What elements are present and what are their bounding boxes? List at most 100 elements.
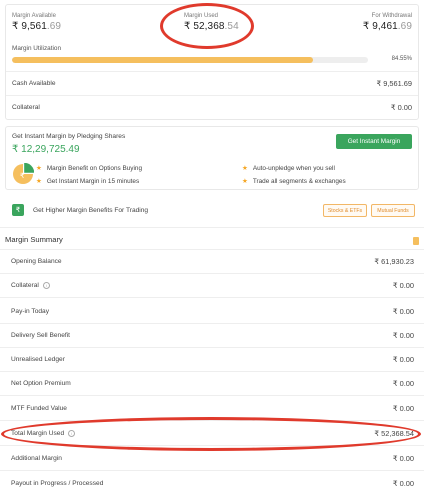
divider [0,273,424,274]
summary-row-value: ₹ 0.00 [392,307,414,316]
margin-utilization-fill [12,57,313,63]
divider [6,71,418,72]
margin-used-label: Margin Used [184,13,219,19]
feature-item: ★ Trade all segments & exchanges [242,177,346,186]
higher-margin-benefits-text: Get Higher Margin Benefits For Trading [33,207,149,214]
summary-row-value: ₹ 52,368.54 [374,429,414,438]
summary-row-label: Collateral i [11,282,50,289]
for-withdrawal-label: For Withdrawal [371,13,412,19]
feature-item: ★ Margin Benefit on Options Buying [36,164,143,173]
pie-chart-icon: ₹ [13,163,34,184]
summary-row-value: ₹ 0.00 [392,355,414,364]
for-withdrawal-decimals: .69 [397,21,412,32]
summary-row-net-option-premium: Net Option Premium ₹ 0.00 [0,379,424,388]
summary-row-label: Delivery Sell Benefit [11,332,71,339]
collateral-row: Collateral ₹ 0.00 [6,103,418,112]
margin-available-label: Margin Available [12,13,56,19]
summary-row-value: ₹ 0.00 [392,479,414,488]
info-tag-icon [413,237,419,245]
stocks-etfs-chip[interactable]: Stocks & ETFs [323,204,367,217]
summary-row-label-text: Collateral [11,282,39,289]
star-icon: ★ [36,178,42,185]
divider [0,470,424,471]
info-icon[interactable]: i [68,430,76,437]
margin-used: Margin Used ₹ 52,368.54 [184,13,239,32]
divider [0,347,424,348]
feature-item: ★ Auto-unpledge when you sell [242,164,335,173]
get-instant-margin-button[interactable]: Get Instant Margin [336,134,412,149]
star-icon: ★ [36,165,42,172]
collateral-value: ₹ 0.00 [390,103,412,112]
star-icon: ★ [242,178,248,185]
wallet-icon: ₹ [12,204,24,216]
for-withdrawal-main: ₹ 9,461 [362,21,398,32]
funds-page: Margin Available ₹ 9,561.69 Margin Used … [0,0,424,500]
pledge-shares-card: Get Instant Margin by Pledging Shares ₹ … [5,126,419,190]
summary-row-value: ₹ 0.00 [392,379,414,388]
divider [6,95,418,96]
pledge-amount: ₹ 12,29,725.49 [12,144,80,155]
summary-row-label: Unrealised Ledger [11,356,65,363]
cash-available-label: Cash Available [12,80,56,87]
margin-summary-section: Margin Summary Opening Balance ₹ 61,930.… [0,229,424,500]
margin-utilization-bar [12,57,368,63]
summary-row-total-margin-used: Total Margin Used i ₹ 52,368.54 [0,429,424,438]
feature-text: Trade all segments & exchanges [252,177,346,185]
summary-row-opening-balance: Opening Balance ₹ 61,930.23 [0,257,424,266]
margin-available-main: ₹ 9,561 [12,21,47,32]
divider [0,297,424,298]
divider [0,395,424,396]
summary-row-value: ₹ 0.00 [392,331,414,340]
mutual-funds-chip[interactable]: Mutual Funds [371,204,415,217]
info-icon[interactable]: i [42,282,50,289]
divider [0,420,424,421]
summary-row-value: ₹ 0.00 [392,454,414,463]
margin-available-decimals: .69 [46,21,62,32]
higher-margin-benefits-row: ₹ Get Higher Margin Benefits For Trading… [5,198,419,224]
margin-used-value: ₹ 52,368.54 [184,21,239,32]
margin-used-decimals: .54 [224,21,239,32]
summary-row-delivery-sell-benefit: Delivery Sell Benefit ₹ 0.00 [0,331,424,340]
margin-overview-card: Margin Available ₹ 9,561.69 Margin Used … [5,4,419,120]
feature-text: Auto-unpledge when you sell [252,164,335,172]
summary-row-pay-in-today: Pay-in Today ₹ 0.00 [0,307,424,316]
divider [0,445,424,446]
summary-row-value: ₹ 0.00 [392,281,414,290]
collateral-label: Collateral [12,104,40,111]
for-withdrawal-value: ₹ 9,461.69 [363,21,412,32]
cash-available-row: Cash Available ₹ 9,561.69 [6,79,418,88]
margin-available: Margin Available ₹ 9,561.69 [12,13,61,32]
summary-row-label: Net Option Premium [11,380,71,387]
feature-text: Margin Benefit on Options Buying [46,164,143,172]
cash-available-value: ₹ 9,561.69 [376,79,412,88]
summary-row-label: MTF Funded Value [11,405,67,412]
summary-row-payout-in-progress: Payout in Progress / Processed ₹ 0.00 [0,479,424,488]
pledge-title: Get Instant Margin by Pledging Shares [12,133,126,140]
summary-row-additional-margin: Additional Margin ₹ 0.00 [0,454,424,463]
for-withdrawal: For Withdrawal ₹ 9,461.69 [363,13,412,32]
star-icon: ★ [242,165,248,172]
summary-row-mtf-funded-value: MTF Funded Value ₹ 0.00 [0,404,424,413]
summary-row-label-text: Total Margin Used [11,430,65,437]
divider [0,371,424,372]
feature-item: ★ Get Instant Margin in 15 minutes [36,177,140,186]
margin-summary-title: Margin Summary [5,235,63,244]
margin-utilization-percent: 84.55% [391,56,412,62]
margin-used-main: ₹ 52,368 [184,21,225,32]
divider [0,227,424,228]
summary-row-label: Additional Margin [11,455,62,462]
summary-row-value: ₹ 0.00 [392,404,414,413]
margin-available-value: ₹ 9,561.69 [12,21,61,32]
summary-row-value: ₹ 61,930.23 [374,257,414,266]
summary-row-collateral: Collateral i ₹ 0.00 [0,281,424,290]
summary-row-label: Payout in Progress / Processed [11,480,104,487]
divider [0,323,424,324]
summary-row-label: Opening Balance [11,258,62,265]
summary-row-unrealised-ledger: Unrealised Ledger ₹ 0.00 [0,355,424,364]
summary-row-label: Total Margin Used i [11,430,76,437]
feature-text: Get Instant Margin in 15 minutes [46,177,140,185]
svg-text:₹: ₹ [20,172,25,180]
summary-row-label: Pay-in Today [11,308,49,315]
divider [0,249,424,250]
margin-utilization-label: Margin Utilization [12,45,62,52]
